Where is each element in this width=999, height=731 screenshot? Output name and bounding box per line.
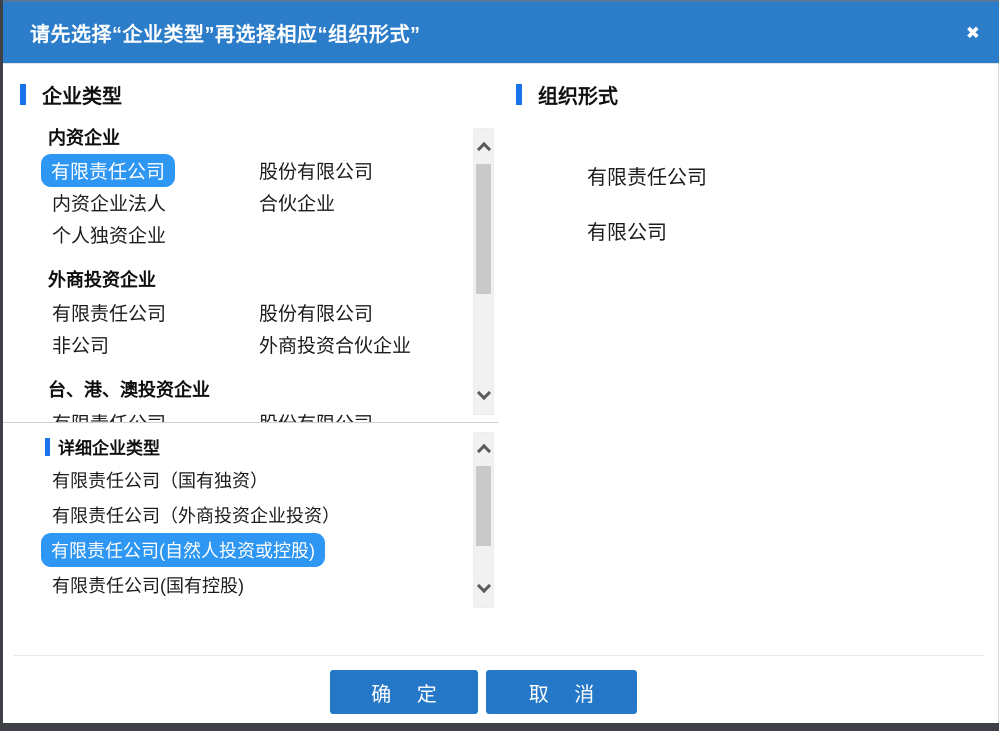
accent-bar-icon: [45, 438, 50, 456]
enterprise-type-scrollbar[interactable]: [473, 128, 494, 415]
enterprise-type-row: 内资企业法人 合伙企业: [48, 186, 497, 218]
dialog-header: 请先选择“企业类型”再选择相应“组织形式” ✖: [3, 0, 999, 63]
list-divider: [3, 422, 498, 423]
enterprise-type-option[interactable]: 有限责任公司: [48, 406, 170, 423]
enterprise-type-row: 非公司 外商投资合伙企业: [48, 328, 497, 360]
organization-form-option[interactable]: 有限责任公司: [587, 160, 707, 190]
detailed-type-option[interactable]: 有限责任公司(国有控股): [48, 570, 248, 600]
accent-bar-icon: [516, 84, 522, 105]
enterprise-type-option[interactable]: 股份有限公司: [255, 296, 377, 329]
enterprise-type-option[interactable]: 非公司: [48, 328, 113, 361]
page-edge-bottom: [0, 723, 999, 731]
enterprise-type-cell: 股份有限公司: [255, 154, 377, 187]
detailed-type-option[interactable]: 有限责任公司（外商投资企业投资）: [48, 500, 344, 530]
organization-form-title: 组织形式: [538, 80, 618, 109]
enterprise-type-cell: 股份有限公司: [255, 296, 377, 329]
enterprise-type-option[interactable]: 外商投资合伙企业: [255, 328, 415, 361]
detailed-type-list: 有限责任公司（国有独资） 有限责任公司（外商投资企业投资）有限责任公司(自然人投资…: [3, 462, 468, 608]
enterprise-type-option[interactable]: 内资企业法人: [48, 186, 170, 219]
enterprise-type-option[interactable]: 股份有限公司: [255, 154, 377, 187]
organization-form-list: 有限责任公司有限公司: [587, 160, 707, 270]
detailed-type-row: 有限责任公司（外商投资企业投资）: [48, 497, 468, 532]
enterprise-type-cell: 非公司: [48, 328, 255, 361]
close-icon[interactable]: ✖: [966, 24, 980, 41]
dialog-title: 请先选择“企业类型”再选择相应“组织形式”: [30, 18, 421, 47]
page-edge-left: [0, 0, 3, 731]
enterprise-group-label: 内资企业: [48, 120, 497, 154]
confirm-button[interactable]: 确 定: [330, 670, 478, 714]
scrollbar-thumb[interactable]: [476, 164, 491, 294]
enterprise-type-cell: 股份有限公司: [255, 406, 377, 423]
cancel-button[interactable]: 取 消: [486, 670, 637, 714]
enterprise-type-cell: 内资企业法人: [48, 186, 255, 219]
group-gap: [48, 360, 497, 372]
enterprise-type-cell: 个人独资企业: [48, 218, 255, 251]
enterprise-type-row: 个人独资企业: [48, 218, 497, 250]
detailed-type-option[interactable]: 有限责任公司(自然人投资或控股): [41, 533, 325, 567]
enterprise-type-section-header: 企业类型: [20, 80, 122, 109]
enterprise-type-cell: 合伙企业: [255, 186, 339, 219]
enterprise-type-cell: 有限责任公司: [48, 296, 255, 329]
group-gap: [48, 250, 497, 262]
scroll-up-icon[interactable]: [479, 444, 488, 453]
enterprise-type-list: 内资企业有限责任公司股份有限公司内资企业法人合伙企业个人独资企业外商投资企业有限…: [3, 120, 497, 422]
enterprise-group-label: 台、港、澳投资企业: [48, 372, 497, 406]
accent-bar-icon: [20, 84, 26, 105]
organization-form-section-header: 组织形式: [516, 80, 618, 109]
scroll-up-icon[interactable]: [479, 142, 488, 151]
enterprise-type-row: 有限责任公司股份有限公司: [48, 154, 497, 186]
enterprise-type-option[interactable]: 股份有限公司: [255, 406, 377, 423]
enterprise-type-option[interactable]: 合伙企业: [255, 186, 339, 219]
detailed-type-option[interactable]: 有限责任公司（国有独资）: [48, 465, 272, 495]
enterprise-type-cell: 有限责任公司: [48, 154, 255, 187]
enterprise-type-cell: 外商投资合伙企业: [255, 328, 415, 361]
detailed-type-scrollbar[interactable]: [473, 432, 494, 608]
organization-form-option[interactable]: 有限公司: [587, 215, 707, 245]
enterprise-type-option[interactable]: 有限责任公司: [48, 296, 170, 329]
enterprise-type-option[interactable]: 个人独资企业: [48, 218, 170, 251]
footer-divider: [14, 655, 985, 656]
detailed-type-row: 有限责任公司(国有控股): [48, 567, 468, 602]
detailed-type-section-header: 详细企业类型: [45, 434, 160, 459]
detailed-type-row: 有限责任公司（国有独资）: [48, 462, 468, 497]
enterprise-type-cell: 有限责任公司: [48, 406, 255, 423]
enterprise-group-label: 外商投资企业: [48, 262, 497, 296]
enterprise-type-row: 有限责任公司 股份有限公司: [48, 406, 497, 422]
scroll-down-icon[interactable]: [479, 390, 488, 399]
enterprise-type-row: 有限责任公司 股份有限公司: [48, 296, 497, 328]
header-divider: [3, 63, 999, 64]
detailed-type-title: 详细企业类型: [58, 434, 160, 459]
scroll-down-icon[interactable]: [479, 583, 488, 592]
scrollbar-thumb[interactable]: [476, 466, 491, 546]
detailed-type-row: 有限责任公司(自然人投资或控股): [48, 532, 468, 567]
enterprise-type-option[interactable]: 有限责任公司: [41, 154, 175, 187]
enterprise-type-title: 企业类型: [42, 80, 122, 109]
